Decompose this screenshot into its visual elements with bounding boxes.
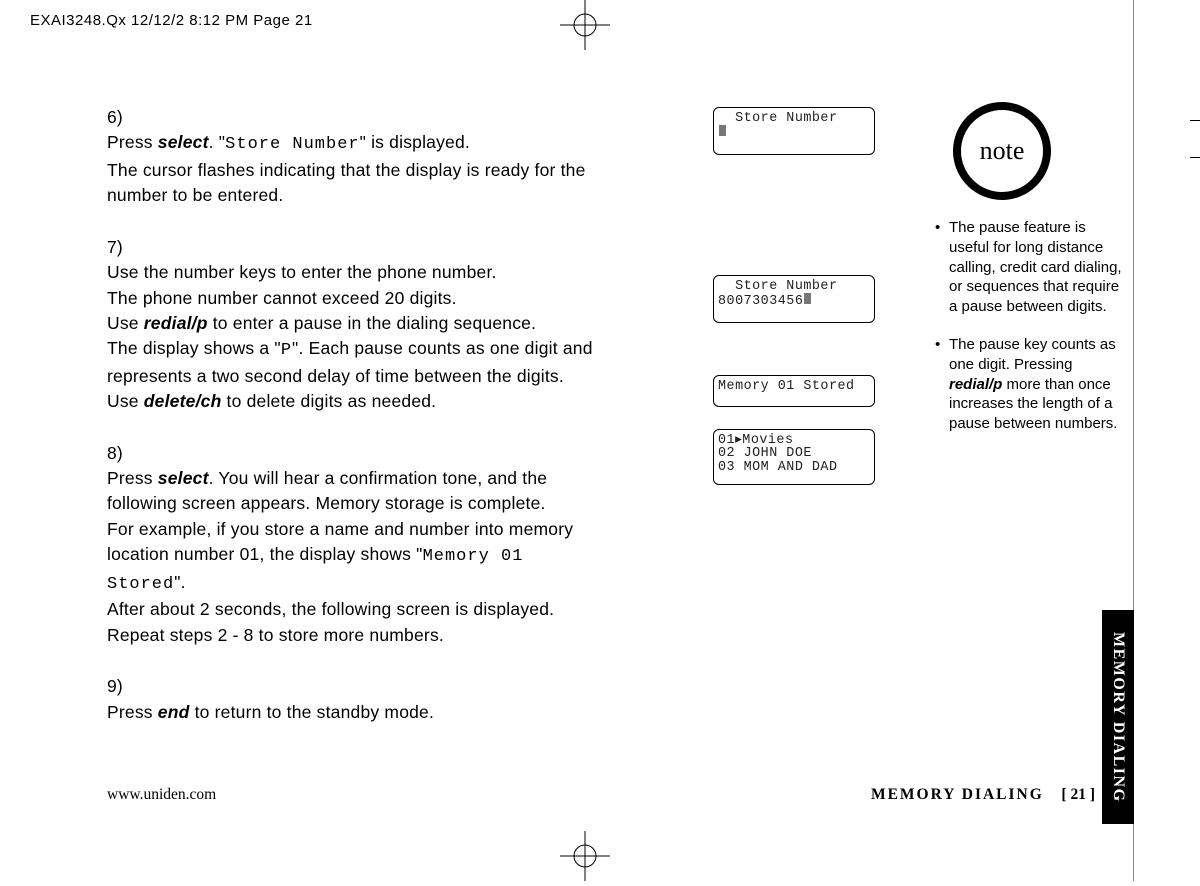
t: Use bbox=[107, 313, 144, 333]
t: " is displayed. bbox=[360, 132, 470, 152]
t: After about 2 seconds, the following scr… bbox=[107, 599, 554, 644]
lcd-screen-store-number-blank: Store Number bbox=[713, 107, 875, 155]
note-sidebar: note The pause feature is useful for lon… bbox=[935, 102, 1125, 452]
key-end: end bbox=[158, 702, 190, 722]
section-label: MEMORY DIALING bbox=[871, 786, 1044, 803]
instruction-body: 6) Press select. "Store Number" is displ… bbox=[107, 105, 647, 751]
note-bullet: The pause feature is useful for long dis… bbox=[935, 218, 1125, 317]
step-number: 8) bbox=[107, 441, 137, 466]
cursor-icon bbox=[804, 293, 811, 304]
t: The cursor flashes indicating that the d… bbox=[107, 160, 586, 205]
t: . " bbox=[209, 132, 226, 152]
section-tab-label: MEMORY DIALING bbox=[1109, 632, 1127, 803]
lcd-line: 03 MOM AND DAD bbox=[718, 460, 838, 475]
lcd-text: Store Number bbox=[225, 135, 359, 154]
lcd-line: Store Number bbox=[718, 279, 838, 294]
step-text: Press select. You will hear a confirmati… bbox=[107, 466, 612, 648]
key-delete-ch: delete/ch bbox=[144, 391, 222, 411]
key-redial-p: redial/p bbox=[949, 376, 1002, 393]
step-text: Press select. "Store Number" is displaye… bbox=[107, 130, 612, 208]
t: ". bbox=[174, 572, 185, 592]
t: Press bbox=[107, 468, 158, 488]
lcd-screen-memory-list: 01▸Movies 02 JOHN DOE 03 MOM AND DAD bbox=[713, 429, 875, 485]
lcd-line: Store Number bbox=[718, 111, 838, 126]
step-9: 9) Press end to return to the standby mo… bbox=[107, 674, 647, 725]
t: Use the number keys to enter the phone n… bbox=[107, 262, 497, 282]
step-8: 8) Press select. You will hear a confirm… bbox=[107, 441, 647, 649]
t: to return to the standby mode. bbox=[190, 702, 435, 722]
step-7: 7) Use the number keys to enter the phon… bbox=[107, 235, 647, 415]
key-select: select bbox=[158, 132, 209, 152]
note-icon-label: note bbox=[953, 102, 1051, 200]
t: to enter a pause in the dialing sequence… bbox=[208, 313, 537, 333]
lcd-screens-column: Store Number Store Number 8007303456 Mem… bbox=[713, 107, 875, 515]
note-icon: note bbox=[953, 102, 1051, 200]
lcd-screen-store-number-digits: Store Number 8007303456 bbox=[713, 275, 875, 323]
cursor-icon bbox=[719, 125, 726, 136]
step-number: 9) bbox=[107, 674, 137, 699]
step-text: Use the number keys to enter the phone n… bbox=[107, 260, 612, 415]
key-redial-p: redial/p bbox=[144, 313, 208, 333]
lcd-screen-memory-stored: Memory 01 Stored bbox=[713, 375, 875, 407]
lcd-line: Memory 01 Stored bbox=[718, 379, 855, 394]
t: Press bbox=[107, 702, 158, 722]
t: to delete digits as needed. bbox=[221, 391, 436, 411]
footer-url: www.uniden.com bbox=[107, 786, 216, 804]
step-number: 6) bbox=[107, 105, 137, 130]
footer-section-page: MEMORY DIALING [ 21 ] bbox=[871, 786, 1095, 804]
page-number: [ 21 ] bbox=[1061, 786, 1095, 803]
step-text: Press end to return to the standby mode. bbox=[107, 700, 612, 725]
key-select: select bbox=[158, 468, 209, 488]
t: The display shows a " bbox=[107, 338, 281, 358]
registration-mark-bottom bbox=[560, 831, 610, 881]
side-crop-mark bbox=[1190, 120, 1200, 158]
t: The phone number cannot exceed 20 digits… bbox=[107, 288, 457, 308]
section-tab: MEMORY DIALING bbox=[1102, 610, 1134, 824]
lcd-text: P bbox=[281, 341, 292, 360]
t: The pause key counts as one digit. Press… bbox=[949, 336, 1116, 373]
step-number: 7) bbox=[107, 235, 137, 260]
header-slug: EXAI3248.Qx 12/12/2 8:12 PM Page 21 bbox=[30, 12, 313, 29]
registration-mark-top bbox=[560, 0, 610, 50]
note-bullet: The pause key counts as one digit. Press… bbox=[935, 335, 1125, 434]
step-6: 6) Press select. "Store Number" is displ… bbox=[107, 105, 647, 209]
lcd-line: 8007303456 bbox=[718, 294, 803, 309]
t: Press bbox=[107, 132, 158, 152]
t: Use bbox=[107, 391, 144, 411]
